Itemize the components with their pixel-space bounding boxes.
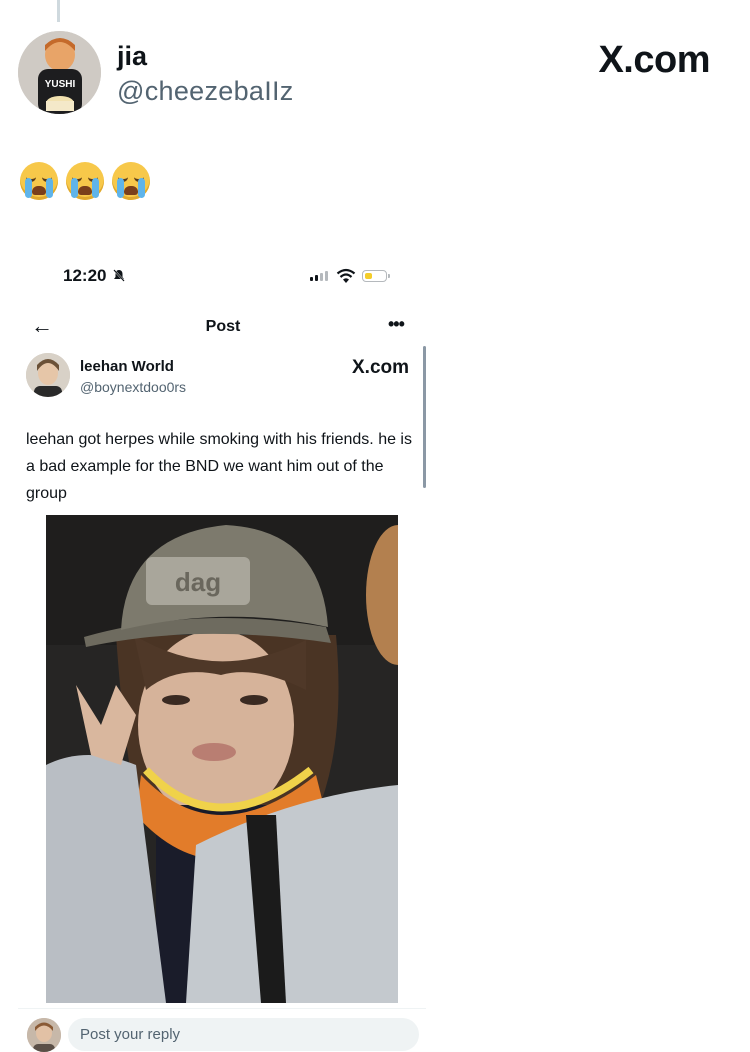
nav-title: Post	[205, 318, 241, 335]
status-bar-time: 12:20	[63, 266, 107, 285]
quoted-post-photo[interactable]: dag	[46, 515, 398, 1003]
author-display-name[interactable]: jia	[117, 40, 147, 72]
reply-divider	[18, 1008, 426, 1009]
loudly-crying-emoji	[66, 162, 104, 200]
reply-avatar[interactable]	[27, 1018, 61, 1052]
reply-avatar-photo	[27, 1018, 61, 1052]
reply-input[interactable]: Post your reply	[68, 1018, 419, 1051]
thread-connector-line	[57, 0, 60, 22]
quoted-post-text: leehan got herpes while smoking with his…	[26, 431, 412, 502]
quoted-author-name[interactable]: leehan World	[80, 358, 174, 376]
bell-muted-icon	[113, 269, 125, 282]
person-photo: dag	[46, 515, 398, 1003]
wifi-icon	[336, 268, 356, 283]
attached-screenshot[interactable]: 12:20 ← Post ••• leehan World @boynextdo…	[0, 245, 430, 1052]
post-text-emojis	[20, 162, 150, 200]
author-avatar[interactable]: YUSHI	[18, 31, 101, 114]
quoted-avatar-photo	[26, 353, 70, 397]
loudly-crying-emoji	[112, 162, 150, 200]
avatar-photo: YUSHI	[18, 31, 101, 114]
quoted-x-watermark: X.com	[352, 357, 410, 378]
quoted-author-handle[interactable]: @boynextdoo0rs	[80, 378, 186, 396]
signal-icon	[310, 271, 328, 281]
avatar-shirt-text: YUSHI	[45, 79, 76, 90]
quoted-author-avatar[interactable]	[26, 353, 70, 397]
loudly-crying-emoji	[20, 162, 58, 200]
author-handle[interactable]: @cheezebaIIz	[117, 75, 294, 107]
scrollbar[interactable]	[423, 346, 426, 488]
x-watermark: X.com	[598, 39, 710, 81]
battery-icon	[362, 270, 390, 282]
more-options-button[interactable]: •••	[388, 314, 405, 334]
battery-level	[365, 273, 372, 279]
cap-logo: dag	[175, 567, 221, 597]
